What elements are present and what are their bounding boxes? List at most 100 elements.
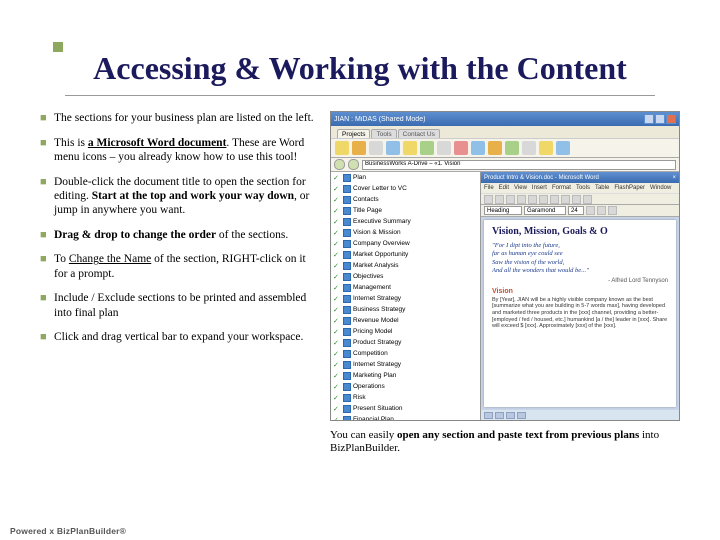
toolbar-icon[interactable] — [454, 141, 468, 155]
word-tool-icon[interactable] — [528, 195, 537, 204]
doc-label: Vision & Mission — [353, 229, 401, 236]
check-icon: ✓ — [333, 372, 341, 380]
bullet-icon: ■ — [40, 330, 54, 345]
toolbar-icon[interactable] — [522, 141, 536, 155]
doc-icon — [343, 240, 351, 248]
doc-icon — [343, 328, 351, 336]
check-icon: ✓ — [333, 317, 341, 325]
minimize-icon[interactable] — [644, 114, 654, 124]
list-item[interactable]: ✓Pricing Model — [331, 326, 480, 337]
close-icon[interactable] — [666, 114, 676, 124]
toolbar-icon[interactable] — [352, 141, 366, 155]
back-icon[interactable] — [334, 159, 345, 170]
list-item[interactable]: ✓Cover Letter to VC — [331, 183, 480, 194]
word-menu-item[interactable]: View — [514, 185, 527, 191]
check-icon: ✓ — [333, 207, 341, 215]
word-tool-icon[interactable] — [583, 195, 592, 204]
doc-icon — [343, 394, 351, 402]
word-tool-icon[interactable] — [484, 195, 493, 204]
italic-icon[interactable] — [597, 206, 606, 215]
bullet-text: The sections for your business plan are … — [54, 111, 318, 126]
toolbar-icon[interactable] — [505, 141, 519, 155]
status-icon[interactable] — [495, 412, 504, 419]
list-item[interactable]: ✓Internet Strategy — [331, 293, 480, 304]
list-item[interactable]: ✓Operations — [331, 381, 480, 392]
address-box[interactable]: BusinessWorks A-Drive – «1. Vision — [362, 160, 676, 170]
list-item[interactable]: ✓Plan — [331, 172, 480, 183]
instruction-list: ■ The sections for your business plan ar… — [40, 111, 318, 455]
list-item[interactable]: ✓Management — [331, 282, 480, 293]
status-icon[interactable] — [506, 412, 515, 419]
tab-contact[interactable]: Contact Us — [398, 129, 440, 138]
word-menu-item[interactable]: Insert — [532, 185, 547, 191]
status-icon[interactable] — [484, 412, 493, 419]
check-icon: ✓ — [333, 174, 341, 182]
list-item[interactable]: ✓Internet Strategy — [331, 359, 480, 370]
list-item[interactable]: ✓Contacts — [331, 194, 480, 205]
word-tool-icon[interactable] — [561, 195, 570, 204]
word-menu-item[interactable]: Window — [650, 185, 671, 191]
tab-tools[interactable]: Tools — [371, 129, 396, 138]
list-item[interactable]: ✓Product Strategy — [331, 337, 480, 348]
font-dropdown[interactable]: Garamond — [524, 206, 566, 215]
list-item[interactable]: ✓Business Strategy — [331, 304, 480, 315]
word-tool-icon[interactable] — [550, 195, 559, 204]
toolbar-icon[interactable] — [386, 141, 400, 155]
status-icon[interactable] — [517, 412, 526, 419]
list-item[interactable]: ✓Executive Summary — [331, 216, 480, 227]
word-menu-item[interactable]: Format — [552, 185, 571, 191]
doc-label: Present Situation — [353, 405, 403, 412]
list-item[interactable]: ✓Financial Plan — [331, 414, 480, 420]
check-icon: ✓ — [333, 339, 341, 347]
word-tool-icon[interactable] — [495, 195, 504, 204]
list-item[interactable]: ✓Objectives — [331, 271, 480, 282]
word-menu-item[interactable]: Edit — [499, 185, 509, 191]
bullet-item: ■ Drag & drop to change the order of the… — [40, 228, 318, 243]
word-menu-item[interactable]: FlashPaper — [614, 185, 645, 191]
toolbar-icon[interactable] — [471, 141, 485, 155]
list-item[interactable]: ✓Vision & Mission — [331, 227, 480, 238]
word-tool-icon[interactable] — [572, 195, 581, 204]
list-item[interactable]: ✓ Present Situation — [331, 403, 480, 414]
forward-icon[interactable] — [348, 159, 359, 170]
list-item[interactable]: ✓Market Analysis — [331, 260, 480, 271]
maximize-icon[interactable] — [655, 114, 665, 124]
check-icon: ✓ — [333, 405, 341, 413]
underline-icon[interactable] — [608, 206, 617, 215]
toolbar-icon[interactable] — [539, 141, 553, 155]
toolbar-icon[interactable] — [488, 141, 502, 155]
list-item[interactable]: ✓Revenue Model — [331, 315, 480, 326]
word-menu-item[interactable]: Tools — [576, 185, 590, 191]
toolbar-icon[interactable] — [369, 141, 383, 155]
word-tool-icon[interactable] — [539, 195, 548, 204]
word-menu-item[interactable]: File — [484, 185, 494, 191]
word-menu-item[interactable]: Table — [595, 185, 609, 191]
bullet-text: Drag & drop to change the order of the s… — [54, 228, 318, 243]
doc-label: Business Strategy — [353, 306, 405, 313]
word-tool-icon[interactable] — [517, 195, 526, 204]
toolbar-icon[interactable] — [335, 141, 349, 155]
toolbar-icon[interactable] — [437, 141, 451, 155]
list-item[interactable]: ✓Competition — [331, 348, 480, 359]
size-dropdown[interactable]: 24 — [568, 206, 584, 215]
list-item[interactable]: ✓Title Page — [331, 205, 480, 216]
toolbar-icon[interactable] — [403, 141, 417, 155]
word-tool-icon[interactable] — [506, 195, 515, 204]
list-item[interactable]: ✓Company Overview — [331, 238, 480, 249]
word-title-text: Product Intro & Vision.doc - Microsoft W… — [484, 175, 599, 181]
word-close-icon[interactable]: × — [672, 175, 676, 181]
list-item[interactable]: ✓Marketing Plan — [331, 370, 480, 381]
doc-icon — [343, 229, 351, 237]
style-dropdown[interactable]: Heading — [484, 206, 522, 215]
list-item[interactable]: ✓Risk — [331, 392, 480, 403]
doc-icon — [343, 196, 351, 204]
toolbar-icon[interactable] — [420, 141, 434, 155]
doc-label: Executive Summary — [353, 218, 411, 225]
list-item[interactable]: ✓Market Opportunity — [331, 249, 480, 260]
bold-icon[interactable] — [586, 206, 595, 215]
word-toolbar — [481, 193, 679, 205]
doc-icon — [343, 251, 351, 259]
tab-projects[interactable]: Projects — [337, 129, 370, 138]
toolbar-icon[interactable] — [556, 141, 570, 155]
app-screenshot: JIAN : MiDAS (Shared Mode) Projects Tool… — [330, 111, 680, 421]
